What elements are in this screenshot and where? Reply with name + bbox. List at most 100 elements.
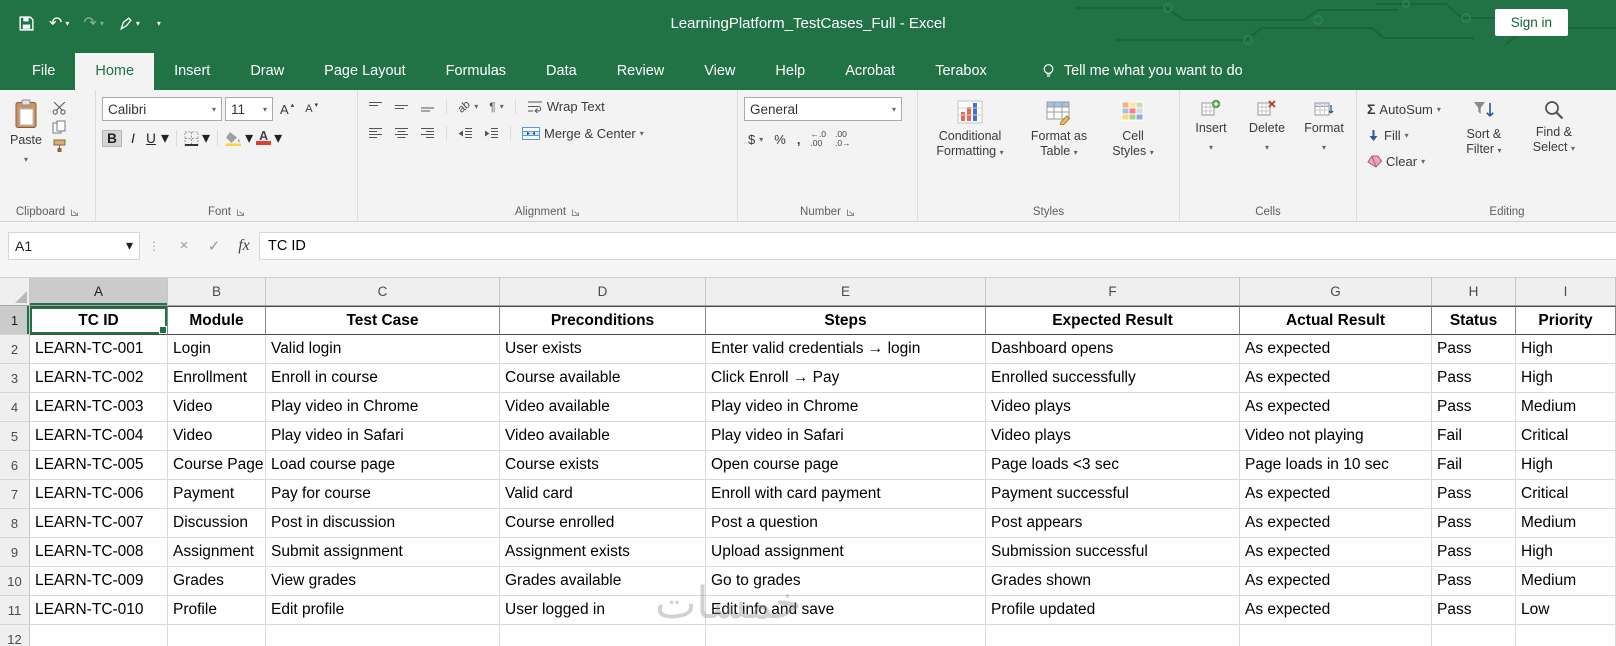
- cell-A6[interactable]: LEARN-TC-005: [30, 451, 168, 480]
- cell-F5[interactable]: Video plays: [986, 422, 1240, 451]
- cell-I5[interactable]: Critical: [1516, 422, 1616, 451]
- column-header-F[interactable]: F: [986, 278, 1240, 305]
- tab-file[interactable]: File: [12, 53, 75, 90]
- row-header-2[interactable]: 2: [0, 335, 30, 364]
- decrease-decimal-button[interactable]: .00 .0→: [832, 129, 854, 149]
- cell-G8[interactable]: As expected: [1240, 509, 1432, 538]
- cell-A5[interactable]: LEARN-TC-004: [30, 422, 168, 451]
- cell-A2[interactable]: LEARN-TC-001: [30, 335, 168, 364]
- format-as-table-button[interactable]: Format as Table ▾: [1020, 97, 1098, 162]
- row-header-4[interactable]: 4: [0, 393, 30, 422]
- tab-page-layout[interactable]: Page Layout: [304, 53, 425, 90]
- underline-button[interactable]: U: [144, 131, 158, 146]
- cell-styles-button[interactable]: Cell Styles ▾: [1102, 97, 1164, 162]
- cell-F6[interactable]: Page loads <3 sec: [986, 451, 1240, 480]
- cell-I12[interactable]: [1516, 625, 1616, 646]
- cell-E2[interactable]: Enter valid credentials → login: [706, 335, 986, 364]
- cell-F1[interactable]: Expected Result: [986, 306, 1240, 335]
- paste-button[interactable]: Paste ▾: [6, 97, 46, 201]
- cell-E3[interactable]: Click Enroll → Pay: [706, 364, 986, 393]
- cell-A3[interactable]: LEARN-TC-002: [30, 364, 168, 393]
- tab-help[interactable]: Help: [755, 53, 825, 90]
- delete-cells-button[interactable]: Delete ▾: [1242, 97, 1292, 157]
- cell-H4[interactable]: Pass: [1432, 393, 1516, 422]
- confirm-entry-button[interactable]: ✓: [199, 232, 229, 260]
- row-header-8[interactable]: 8: [0, 509, 30, 538]
- borders-button[interactable]: [184, 131, 199, 146]
- row-header-3[interactable]: 3: [0, 364, 30, 393]
- borders-caret[interactable]: ▾: [202, 128, 210, 148]
- cell-B8[interactable]: Discussion: [168, 509, 266, 538]
- tab-draw[interactable]: Draw: [230, 53, 304, 90]
- row-header-9[interactable]: 9: [0, 538, 30, 567]
- cell-G11[interactable]: As expected: [1240, 596, 1432, 625]
- row-header-1[interactable]: 1: [0, 306, 30, 335]
- cell-I8[interactable]: Medium: [1516, 509, 1616, 538]
- cell-G5[interactable]: Video not playing: [1240, 422, 1432, 451]
- cell-H11[interactable]: Pass: [1432, 596, 1516, 625]
- cell-D5[interactable]: Video available: [500, 422, 706, 451]
- cell-E10[interactable]: Go to grades: [706, 567, 986, 596]
- cell-B4[interactable]: Video: [168, 393, 266, 422]
- tab-acrobat[interactable]: Acrobat: [825, 53, 915, 90]
- number-dialog-launcher[interactable]: [846, 208, 855, 217]
- cell-C8[interactable]: Post in discussion: [266, 509, 500, 538]
- cell-I2[interactable]: High: [1516, 335, 1616, 364]
- bold-button[interactable]: B: [102, 129, 122, 147]
- cell-G4[interactable]: As expected: [1240, 393, 1432, 422]
- column-header-E[interactable]: E: [706, 278, 986, 305]
- clipboard-dialog-launcher[interactable]: [70, 208, 79, 217]
- cell-D12[interactable]: [500, 625, 706, 646]
- tell-me-box[interactable]: Tell me what you want to do: [1025, 53, 1259, 90]
- cell-A12[interactable]: [30, 625, 168, 646]
- column-header-C[interactable]: C: [266, 278, 500, 305]
- cell-A10[interactable]: LEARN-TC-009: [30, 567, 168, 596]
- cell-H5[interactable]: Fail: [1432, 422, 1516, 451]
- cell-I4[interactable]: Medium: [1516, 393, 1616, 422]
- cell-F7[interactable]: Payment successful: [986, 480, 1240, 509]
- align-left-button[interactable]: [364, 125, 387, 142]
- sort-filter-button[interactable]: Sort & Filter ▾: [1453, 97, 1515, 201]
- row-header-5[interactable]: 5: [0, 422, 30, 451]
- cell-B10[interactable]: Grades: [168, 567, 266, 596]
- cell-G1[interactable]: Actual Result: [1240, 306, 1432, 335]
- clear-button[interactable]: Clear ▾: [1363, 152, 1445, 171]
- font-name-select[interactable]: Calibri ▾: [102, 97, 222, 121]
- cell-F10[interactable]: Grades shown: [986, 567, 1240, 596]
- cell-A4[interactable]: LEARN-TC-003: [30, 393, 168, 422]
- comma-format-button[interactable]: ,: [793, 130, 805, 149]
- cell-I3[interactable]: High: [1516, 364, 1616, 393]
- cell-E6[interactable]: Open course page: [706, 451, 986, 480]
- cell-D8[interactable]: Course enrolled: [500, 509, 706, 538]
- cell-H6[interactable]: Fail: [1432, 451, 1516, 480]
- cell-C7[interactable]: Pay for course: [266, 480, 500, 509]
- row-header-12[interactable]: 12: [0, 625, 30, 646]
- cell-I7[interactable]: Critical: [1516, 480, 1616, 509]
- cell-F12[interactable]: [986, 625, 1240, 646]
- cell-B5[interactable]: Video: [168, 422, 266, 451]
- fill-button[interactable]: Fill ▾: [1363, 126, 1445, 145]
- cell-E4[interactable]: Play video in Chrome: [706, 393, 986, 422]
- cell-D6[interactable]: Course exists: [500, 451, 706, 480]
- cell-D1[interactable]: Preconditions: [500, 306, 706, 335]
- cell-A8[interactable]: LEARN-TC-007: [30, 509, 168, 538]
- number-format-select[interactable]: General ▾: [744, 97, 902, 121]
- format-cells-button[interactable]: Format ▾: [1298, 97, 1350, 157]
- column-header-D[interactable]: D: [500, 278, 706, 305]
- tab-terabox[interactable]: Terabox: [915, 53, 1007, 90]
- cell-I6[interactable]: High: [1516, 451, 1616, 480]
- formula-bar-resize-handle[interactable]: ⋮: [140, 239, 169, 253]
- cell-F8[interactable]: Post appears: [986, 509, 1240, 538]
- wrap-text-button[interactable]: Wrap Text: [523, 97, 609, 116]
- cell-H3[interactable]: Pass: [1432, 364, 1516, 393]
- cell-F11[interactable]: Profile updated: [986, 596, 1240, 625]
- cell-F9[interactable]: Submission successful: [986, 538, 1240, 567]
- orientation-button[interactable]: ab ▾: [454, 98, 482, 115]
- find-select-button[interactable]: Find & Select ▾: [1523, 97, 1585, 201]
- cell-G12[interactable]: [1240, 625, 1432, 646]
- cell-I9[interactable]: High: [1516, 538, 1616, 567]
- decrease-font-size-button[interactable]: A ▾: [301, 101, 322, 117]
- cell-E1[interactable]: Steps: [706, 306, 986, 335]
- cell-E8[interactable]: Post a question: [706, 509, 986, 538]
- cell-H1[interactable]: Status: [1432, 306, 1516, 335]
